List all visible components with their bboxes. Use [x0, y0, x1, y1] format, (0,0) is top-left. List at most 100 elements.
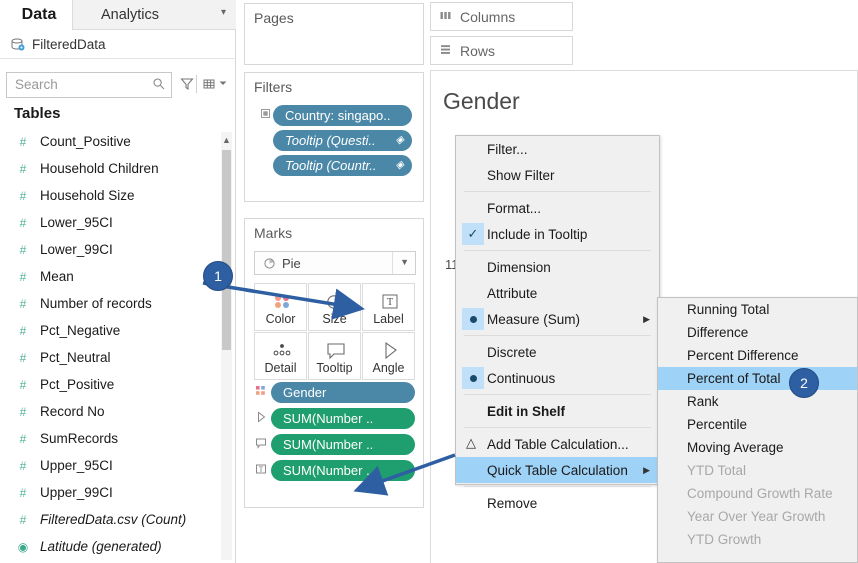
- menu-item-remove[interactable]: Remove: [456, 490, 659, 516]
- submenu-item-running-total[interactable]: Running Total: [658, 298, 857, 321]
- menu-item-include-in-tooltip[interactable]: ✓ Include in Tooltip: [456, 221, 659, 247]
- marks-detail-button[interactable]: Detail: [254, 332, 307, 380]
- submenu-item-percent-difference[interactable]: Percent Difference: [658, 344, 857, 367]
- field-row[interactable]: # Lower_99CI: [0, 236, 228, 263]
- checkmark-icon: ✓: [462, 223, 484, 245]
- label-text-icon: T: [363, 290, 416, 314]
- submenu-item-rank[interactable]: Rank: [658, 390, 857, 413]
- data-pane: Data Analytics ▾ FilteredData Search Tab…: [0, 0, 236, 563]
- svg-text:T: T: [259, 466, 264, 474]
- field-row[interactable]: # Count_Positive: [0, 128, 228, 155]
- page-title: Gender: [443, 88, 520, 114]
- rows-shelf[interactable]: Rows: [430, 36, 573, 65]
- menu-item-label: Discrete: [487, 344, 537, 360]
- filter-pill-label: Tooltip (Questi..: [285, 133, 376, 148]
- size-icon: [309, 290, 362, 314]
- datasource-row[interactable]: FilteredData: [0, 31, 236, 59]
- field-row[interactable]: # Record No: [0, 398, 228, 425]
- menu-item-dimension[interactable]: Dimension: [456, 254, 659, 280]
- filters-card-title: Filters: [254, 79, 293, 95]
- menu-item-show-filter[interactable]: Show Filter: [456, 162, 659, 188]
- numeric-measure-icon: #: [19, 377, 27, 392]
- field-row[interactable]: # SumRecords: [0, 425, 228, 452]
- marks-size-button[interactable]: Size: [308, 283, 361, 331]
- marks-button-label: Angle: [372, 361, 405, 375]
- search-input[interactable]: Search: [6, 72, 172, 98]
- submenu-item-label: YTD Total: [687, 463, 747, 478]
- context-menu[interactable]: Filter... Show Filter Format... ✓ Includ…: [455, 135, 660, 511]
- scroll-up-icon[interactable]: ▲: [221, 133, 232, 147]
- numeric-measure-icon: #: [19, 242, 27, 257]
- menu-item-format[interactable]: Format...: [456, 195, 659, 221]
- menu-item-quick-table-calculation[interactable]: Quick Table Calculation ▶: [456, 457, 659, 483]
- submenu-item-percentile[interactable]: Percentile: [658, 413, 857, 436]
- filter-pill-country[interactable]: Country: singapo..: [273, 105, 412, 126]
- annotation-badge-1: 1: [203, 261, 233, 291]
- filter-pill-tooltip-question[interactable]: Tooltip (Questi.. ◈: [273, 130, 412, 151]
- field-row[interactable]: # Lower_95CI: [0, 209, 228, 236]
- menu-divider: [464, 250, 651, 251]
- submenu-item-moving-average[interactable]: Moving Average: [658, 436, 857, 459]
- field-label: FilteredData.csv (Count): [40, 512, 187, 527]
- submenu-item-label: Compound Growth Rate: [687, 486, 833, 501]
- numeric-measure-icon: #: [19, 458, 27, 473]
- marks-pill-angle[interactable]: SUM(Number ..: [271, 408, 415, 429]
- submenu-item-label: Percent Difference: [687, 348, 799, 363]
- numeric-measure-icon: #: [19, 431, 27, 446]
- menu-item-edit-in-shelf[interactable]: Edit in Shelf: [456, 398, 659, 424]
- marks-color-button[interactable]: Color: [254, 283, 307, 331]
- field-row[interactable]: # Pct_Negative: [0, 317, 228, 344]
- marks-tooltip-button[interactable]: Tooltip: [308, 332, 361, 380]
- filter-funnel-icon[interactable]: [178, 75, 196, 93]
- tab-data[interactable]: Data: [8, 0, 70, 30]
- toolbar-divider: [196, 75, 197, 93]
- submenu-item-label: Year Over Year Growth: [687, 509, 826, 524]
- field-label: Upper_99CI: [40, 485, 113, 500]
- columns-shelf[interactable]: Columns: [430, 2, 573, 31]
- chevron-down-icon[interactable]: [217, 76, 235, 94]
- database-icon: [10, 37, 26, 53]
- field-row[interactable]: # Pct_Positive: [0, 371, 228, 398]
- menu-item-add-table-calculation[interactable]: △ Add Table Calculation...: [456, 431, 659, 457]
- menu-item-discrete[interactable]: Discrete: [456, 339, 659, 365]
- field-row[interactable]: ◉ Latitude (generated): [0, 533, 228, 560]
- mark-type-value: Pie: [282, 255, 301, 271]
- menu-divider: [464, 427, 651, 428]
- rows-shelf-label: Rows: [460, 42, 496, 59]
- filter-pill-tooltip-country[interactable]: Tooltip (Countr.. ◈: [273, 155, 412, 176]
- tab-analytics[interactable]: Analytics ▾: [72, 0, 236, 30]
- menu-item-attribute[interactable]: Attribute: [456, 280, 659, 306]
- submenu-item-difference[interactable]: Difference: [658, 321, 857, 344]
- color-palette-icon: [255, 290, 308, 314]
- angle-icon: [363, 339, 416, 363]
- numeric-measure-icon: #: [19, 296, 27, 311]
- field-label: Upper_95CI: [40, 458, 113, 473]
- numeric-measure-icon: #: [19, 215, 27, 230]
- field-row[interactable]: # Mean: [0, 263, 228, 290]
- marks-pill-gender[interactable]: Gender: [271, 382, 415, 403]
- submenu-item-label: Percent of Total: [687, 371, 781, 386]
- menu-item-measure-sum[interactable]: Measure (Sum) ▶: [456, 306, 659, 332]
- marks-pill-tooltip[interactable]: SUM(Number ..: [271, 434, 415, 455]
- menu-item-continuous[interactable]: Continuous: [456, 365, 659, 391]
- marks-angle-button[interactable]: Angle: [362, 332, 415, 380]
- field-row[interactable]: # Upper_95CI: [0, 452, 228, 479]
- field-row[interactable]: # FilteredData.csv (Count): [0, 506, 228, 533]
- field-row[interactable]: # Pct_Neutral: [0, 344, 228, 371]
- submenu-item-percent-of-total[interactable]: Percent of Total: [658, 367, 857, 390]
- quick-table-calculation-submenu[interactable]: Running Total Difference Percent Differe…: [657, 297, 858, 563]
- field-row[interactable]: # Household Size: [0, 182, 228, 209]
- pie-chart-icon: [263, 257, 276, 270]
- field-row[interactable]: # Household Children: [0, 155, 228, 182]
- marks-pill-label[interactable]: SUM(Number ..: [271, 460, 415, 481]
- grid-view-icon[interactable]: [200, 75, 218, 93]
- mark-type-dropdown[interactable]: Pie ▼: [254, 251, 416, 275]
- menu-item-filter[interactable]: Filter...: [456, 136, 659, 162]
- annotation-badge-label: 2: [800, 375, 808, 391]
- field-row[interactable]: # Upper_99CI: [0, 479, 228, 506]
- field-row-number-of-records[interactable]: # Number of records: [0, 290, 228, 317]
- tables-header: Tables: [14, 105, 61, 122]
- marks-button-label: Tooltip: [316, 361, 353, 375]
- marks-label-button[interactable]: T Label: [362, 283, 415, 331]
- field-list-scrollbar-thumb[interactable]: [222, 150, 231, 350]
